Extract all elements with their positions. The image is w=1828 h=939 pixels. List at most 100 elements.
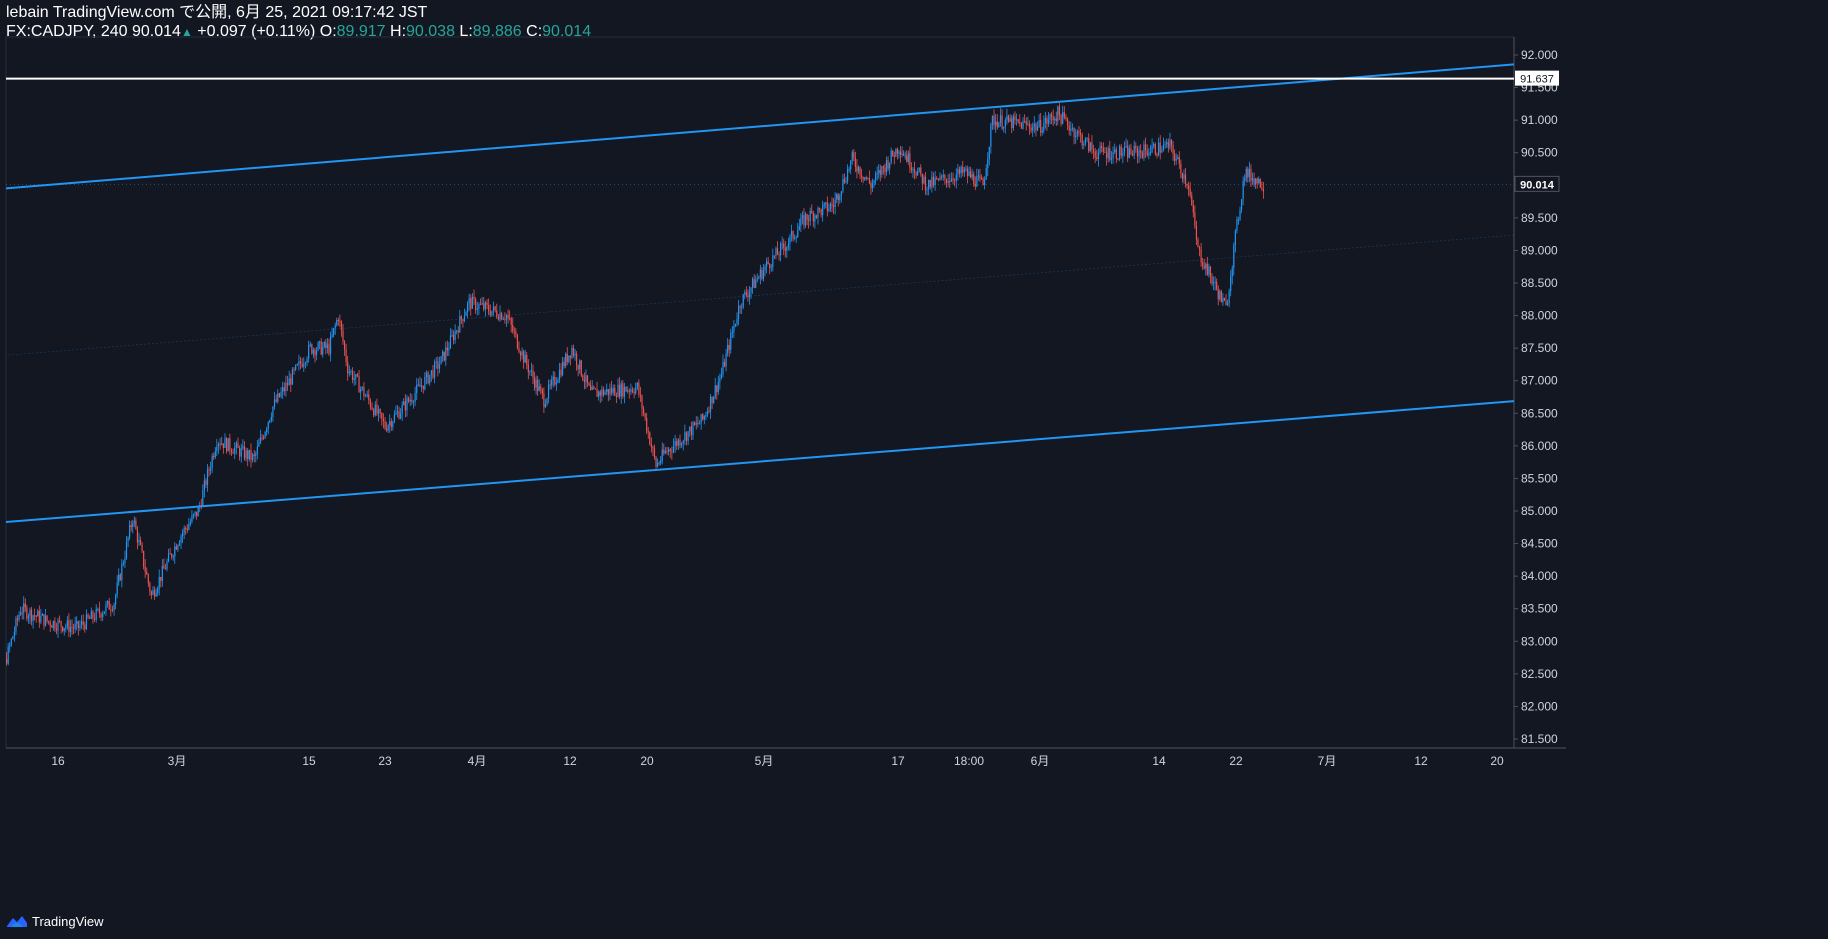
candle-body: [1055, 118, 1057, 121]
candle-body: [105, 604, 107, 612]
candle-body: [23, 603, 25, 613]
candle-body: [834, 199, 836, 208]
candle-body: [1156, 153, 1158, 156]
candle-body: [366, 394, 368, 396]
candle-body: [973, 174, 975, 185]
y-tick-label: 83.000: [1521, 634, 1558, 648]
candle-body: [489, 311, 491, 316]
candle-body: [368, 394, 370, 401]
candle-body: [1012, 116, 1014, 129]
candle-body: [845, 181, 847, 183]
candle-body: [876, 172, 878, 175]
candle-body: [492, 306, 495, 311]
last-price-label: 90.014: [1520, 179, 1555, 191]
candle-body: [1035, 123, 1037, 131]
candle-body: [97, 608, 99, 610]
tradingview-footer[interactable]: TradingView: [6, 911, 104, 931]
candle-body: [1096, 157, 1098, 160]
candle-body: [479, 304, 482, 306]
candle-body: [183, 528, 185, 534]
candle-body: [245, 450, 247, 459]
candle-body: [537, 379, 539, 391]
candle-body: [937, 178, 939, 180]
candle-body: [885, 160, 888, 173]
candle-body: [1060, 115, 1062, 124]
candle-body: [136, 528, 139, 543]
candle-body: [1151, 146, 1153, 152]
candle-body: [842, 179, 844, 192]
candle-body: [1114, 149, 1116, 153]
candle-body: [792, 231, 794, 239]
candle-body: [146, 571, 148, 575]
candle-body: [1066, 118, 1069, 126]
candle-body: [554, 376, 556, 385]
candle-body: [259, 437, 262, 444]
candle-body: [266, 428, 268, 433]
candle-body: [452, 334, 455, 341]
candle-body: [191, 515, 193, 522]
candle-body: [4, 659, 5, 668]
y-tick-label: 84.000: [1521, 569, 1558, 583]
candle-body: [342, 330, 344, 342]
candle-body: [870, 183, 872, 189]
candle-body: [820, 209, 822, 216]
candle-body: [1118, 146, 1121, 160]
trendline-mid-channel: [6, 234, 1514, 356]
candle-body: [210, 467, 212, 471]
candle-body: [524, 354, 526, 363]
candle-body: [857, 166, 860, 172]
candle-body: [369, 400, 372, 408]
candle-body: [741, 306, 743, 308]
candle-body: [10, 639, 12, 646]
candle-body: [669, 449, 671, 452]
candle-body: [196, 511, 198, 517]
candle-body: [502, 318, 504, 320]
candle-body: [443, 351, 445, 361]
candle-body: [614, 387, 616, 396]
candle-body: [546, 398, 548, 405]
candle-body: [501, 312, 503, 320]
candle-body: [1208, 266, 1210, 275]
candle-body: [21, 612, 23, 614]
candle-body: [351, 371, 354, 381]
candle-body: [551, 379, 553, 386]
candle-body: [730, 333, 732, 350]
candle-body: [811, 210, 813, 214]
candle-body: [794, 237, 796, 239]
candle-body: [258, 443, 260, 447]
candle-body: [931, 176, 933, 188]
candle-body: [918, 167, 920, 171]
candle-body: [1089, 142, 1091, 152]
candle-body: [955, 174, 957, 181]
candle-body: [314, 349, 316, 356]
candle-body: [1028, 123, 1031, 128]
candle-body: [1206, 263, 1208, 275]
candle-body: [1205, 263, 1207, 269]
candle-body: [1083, 143, 1085, 146]
candle-body: [1046, 118, 1048, 124]
candle-body: [1079, 133, 1082, 136]
candle-body: [322, 347, 324, 355]
price-chart[interactable]: 92.00091.50091.00090.50090.00089.50089.0…: [0, 0, 1828, 939]
candle-body: [775, 248, 777, 256]
candle-body: [343, 341, 346, 350]
candle-body: [1088, 138, 1090, 152]
candle-body: [585, 375, 587, 382]
candle-body: [462, 319, 464, 322]
candle-body: [734, 323, 737, 327]
candle-body: [192, 514, 195, 516]
candle-body: [577, 365, 579, 370]
candle-body: [653, 448, 656, 457]
candle-body: [901, 153, 903, 155]
candle-body: [389, 421, 391, 426]
candle-body: [619, 384, 621, 397]
candle-body: [1144, 144, 1147, 151]
candle-body: [84, 624, 86, 630]
candle-body: [1054, 118, 1056, 121]
candle-body: [108, 600, 110, 610]
candle-body: [510, 318, 512, 325]
candle-body: [296, 364, 298, 366]
candle-body: [1259, 178, 1261, 188]
candle-body: [181, 533, 184, 537]
candle-body: [24, 603, 26, 608]
